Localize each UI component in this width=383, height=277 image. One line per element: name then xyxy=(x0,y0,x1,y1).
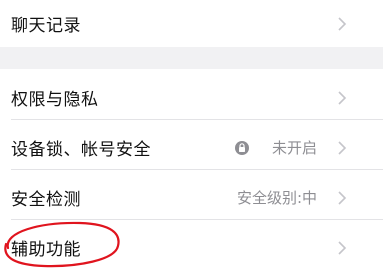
chevron-right-icon xyxy=(338,190,347,205)
chevron-right-icon xyxy=(338,90,347,105)
security-check-status: 安全级别:中 xyxy=(236,189,317,207)
row-privacy[interactable]: 权限与隐私 xyxy=(0,69,383,126)
row-device-lock[interactable]: 设备锁、帐号安全 未开启 xyxy=(0,119,383,176)
device-lock-status: 未开启 xyxy=(271,139,317,157)
group-chat: 聊天记录 xyxy=(0,0,383,47)
lock-icon xyxy=(235,140,249,155)
chevron-right-icon xyxy=(338,140,347,155)
row-chat-history[interactable]: 聊天记录 xyxy=(0,0,383,52)
row-security-check[interactable]: 安全检测 安全级别:中 xyxy=(0,169,383,226)
accessibility-label: 辅助功能 xyxy=(11,240,81,260)
device-lock-label: 设备锁、帐号安全 xyxy=(11,140,151,160)
chevron-right-icon xyxy=(338,16,347,31)
chat-history-label: 聊天记录 xyxy=(11,16,81,36)
row-accessibility[interactable]: 辅助功能 xyxy=(0,219,383,276)
security-check-label: 安全检测 xyxy=(11,190,81,210)
group-security: 权限与隐私 设备锁、帐号安全 未开启 安全检测 安全级别:中 辅助功能 xyxy=(0,69,383,277)
privacy-label: 权限与隐私 xyxy=(11,90,99,110)
chevron-right-icon xyxy=(338,240,347,255)
